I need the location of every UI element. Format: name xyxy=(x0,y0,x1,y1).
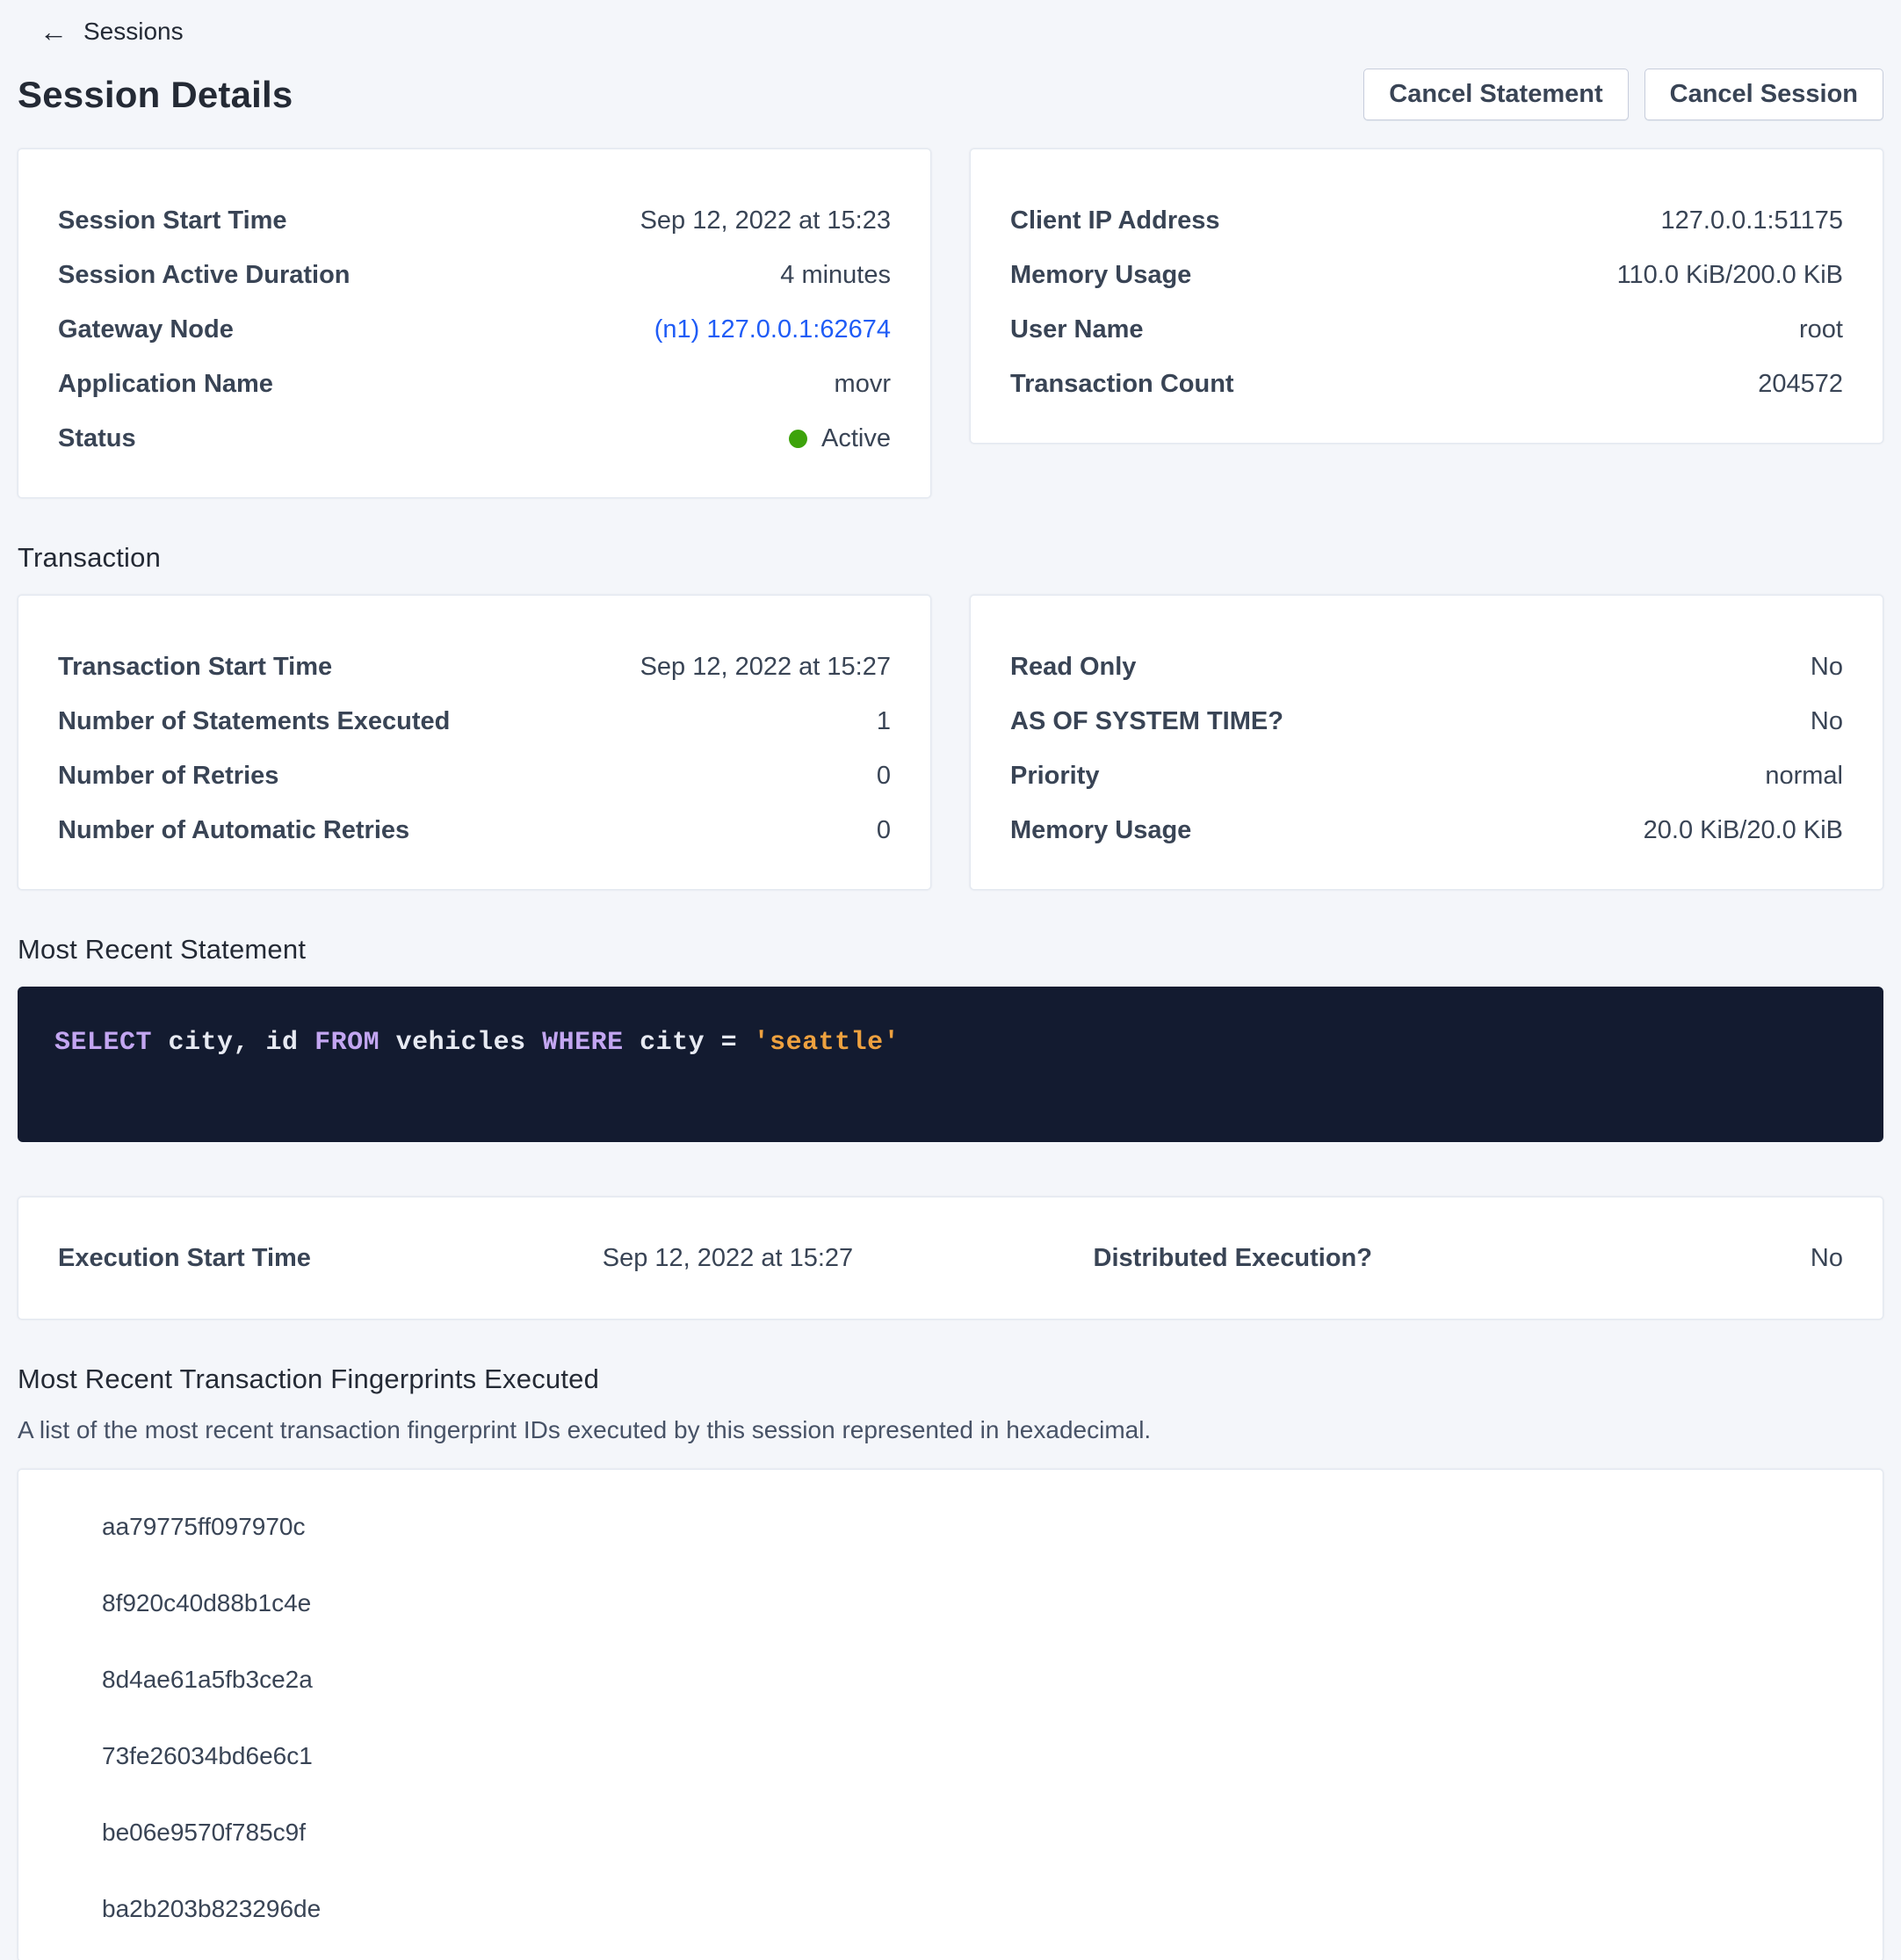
sql-text: city = xyxy=(624,1028,754,1058)
session-info-card: Session Start Time Sep 12, 2022 at 15:23… xyxy=(18,148,931,498)
row-label: Session Start Time xyxy=(58,206,287,235)
distributed-execution-label: Distributed Execution? xyxy=(1094,1243,1811,1273)
row-value: 0 xyxy=(877,815,891,845)
sql-keyword: WHERE xyxy=(542,1028,624,1058)
row-value: 4 minutes xyxy=(780,260,891,290)
sql-string-literal: 'seattle' xyxy=(754,1028,900,1058)
status-active-dot-icon xyxy=(789,430,807,448)
txn-memory-usage-row: Memory Usage 20.0 KiB/20.0 KiB xyxy=(1010,803,1843,857)
fingerprint-item: ba2b203b823296de xyxy=(102,1894,1843,1924)
client-info-card: Client IP Address 127.0.0.1:51175 Memory… xyxy=(970,148,1883,444)
execution-card: Execution Start Time Sep 12, 2022 at 15:… xyxy=(18,1197,1883,1320)
row-value: Sep 12, 2022 at 15:27 xyxy=(640,652,891,682)
row-value: 0 xyxy=(877,761,891,791)
title-bar: Session Details Cancel Statement Cancel … xyxy=(18,69,1883,120)
header-actions: Cancel Statement Cancel Session xyxy=(1363,69,1883,120)
transaction-start-time-row: Transaction Start Time Sep 12, 2022 at 1… xyxy=(58,640,891,694)
gateway-node-link[interactable]: (n1) 127.0.0.1:62674 xyxy=(654,315,891,344)
memory-usage-row: Memory Usage 110.0 KiB/200.0 KiB xyxy=(1010,248,1843,302)
transaction-section: Transaction Start Time Sep 12, 2022 at 1… xyxy=(18,595,1883,890)
row-label: Read Only xyxy=(1010,652,1136,682)
row-label: Number of Statements Executed xyxy=(58,706,450,736)
status-badge: Active xyxy=(789,423,891,453)
fingerprint-item: aa79775ff097970c xyxy=(102,1512,1843,1542)
row-value: 20.0 KiB/20.0 KiB xyxy=(1644,815,1843,845)
client-ip-row: Client IP Address 127.0.0.1:51175 xyxy=(1010,193,1843,248)
row-label: User Name xyxy=(1010,315,1144,344)
row-label: Session Active Duration xyxy=(58,260,351,290)
transaction-props-card: Read Only No AS OF SYSTEM TIME? No Prior… xyxy=(970,595,1883,890)
back-arrow-icon: ← xyxy=(40,19,68,44)
row-label: Priority xyxy=(1010,761,1100,791)
session-summary-section: Session Start Time Sep 12, 2022 at 15:23… xyxy=(18,148,1883,498)
row-value: movr xyxy=(835,369,891,399)
top-navigation: ← Sessions xyxy=(18,12,1883,46)
fingerprints-section-heading: Most Recent Transaction Fingerprints Exe… xyxy=(18,1363,1883,1395)
execution-start-time-value: Sep 12, 2022 at 15:27 xyxy=(603,1243,1094,1273)
row-label: Transaction Start Time xyxy=(58,652,332,682)
priority-row: Priority normal xyxy=(1010,749,1843,803)
sql-text: vehicles xyxy=(379,1028,542,1058)
session-active-duration-row: Session Active Duration 4 minutes xyxy=(58,248,891,302)
fingerprint-item: 8d4ae61a5fb3ce2a xyxy=(102,1665,1843,1695)
transaction-info-card: Transaction Start Time Sep 12, 2022 at 1… xyxy=(18,595,931,890)
row-value: normal xyxy=(1765,761,1843,791)
statements-executed-row: Number of Statements Executed 1 xyxy=(58,694,891,749)
row-value: (n1) 127.0.0.1:62674 xyxy=(654,315,891,344)
row-label: Application Name xyxy=(58,369,273,399)
as-of-system-time-row: AS OF SYSTEM TIME? No xyxy=(1010,694,1843,749)
status-row: Status Active xyxy=(58,411,891,466)
application-name-row: Application Name movr xyxy=(58,357,891,411)
row-label: Memory Usage xyxy=(1010,260,1191,290)
back-to-sessions-link[interactable]: ← Sessions xyxy=(40,18,184,46)
row-label: Gateway Node xyxy=(58,315,234,344)
sql-keyword: SELECT xyxy=(54,1028,152,1058)
row-value: 1 xyxy=(877,706,891,736)
page-title: Session Details xyxy=(18,74,293,116)
retries-row: Number of Retries 0 xyxy=(58,749,891,803)
fingerprint-item: 8f920c40d88b1c4e xyxy=(102,1588,1843,1618)
gateway-node-row: Gateway Node (n1) 127.0.0.1:62674 xyxy=(58,302,891,357)
back-label: Sessions xyxy=(83,18,184,46)
row-label: Status xyxy=(58,423,136,453)
row-label: Memory Usage xyxy=(1010,815,1191,845)
sql-statement-box: SELECT city, id FROM vehicles WHERE city… xyxy=(18,987,1883,1142)
fingerprints-list: aa79775ff097970c 8f920c40d88b1c4e 8d4ae6… xyxy=(58,1512,1843,1924)
status-value: Active xyxy=(821,423,891,453)
fingerprints-card: aa79775ff097970c 8f920c40d88b1c4e 8d4ae6… xyxy=(18,1469,1883,1960)
distributed-execution-value: No xyxy=(1811,1243,1843,1273)
transaction-count-row: Transaction Count 204572 xyxy=(1010,357,1843,411)
sql-keyword: FROM xyxy=(314,1028,379,1058)
sql-text: city, id xyxy=(152,1028,314,1058)
row-value: 110.0 KiB/200.0 KiB xyxy=(1617,260,1843,290)
row-label: Number of Automatic Retries xyxy=(58,815,409,845)
automatic-retries-row: Number of Automatic Retries 0 xyxy=(58,803,891,857)
cancel-session-button[interactable]: Cancel Session xyxy=(1644,69,1883,120)
session-details-page: ← Sessions Session Details Cancel Statem… xyxy=(0,0,1901,1960)
fingerprint-item: 73fe26034bd6e6c1 xyxy=(102,1741,1843,1771)
execution-start-time-label: Execution Start Time xyxy=(58,1243,603,1273)
fingerprint-item: be06e9570f785c9f xyxy=(102,1818,1843,1848)
row-label: Transaction Count xyxy=(1010,369,1234,399)
sql-statement: SELECT city, id FROM vehicles WHERE city… xyxy=(54,1028,900,1058)
read-only-row: Read Only No xyxy=(1010,640,1843,694)
transaction-section-heading: Transaction xyxy=(18,542,1883,574)
cancel-statement-button[interactable]: Cancel Statement xyxy=(1363,69,1628,120)
row-value: 204572 xyxy=(1758,369,1843,399)
row-label: Number of Retries xyxy=(58,761,278,791)
row-value: No xyxy=(1811,706,1843,736)
statement-section-heading: Most Recent Statement xyxy=(18,934,1883,966)
row-value: Sep 12, 2022 at 15:23 xyxy=(640,206,891,235)
fingerprints-description: A list of the most recent transaction fi… xyxy=(18,1416,1883,1444)
row-label: Client IP Address xyxy=(1010,206,1220,235)
row-value: No xyxy=(1811,652,1843,682)
row-value: root xyxy=(1799,315,1843,344)
row-label: AS OF SYSTEM TIME? xyxy=(1010,706,1283,736)
user-name-row: User Name root xyxy=(1010,302,1843,357)
session-start-time-row: Session Start Time Sep 12, 2022 at 15:23 xyxy=(58,193,891,248)
row-value: 127.0.0.1:51175 xyxy=(1661,206,1844,235)
